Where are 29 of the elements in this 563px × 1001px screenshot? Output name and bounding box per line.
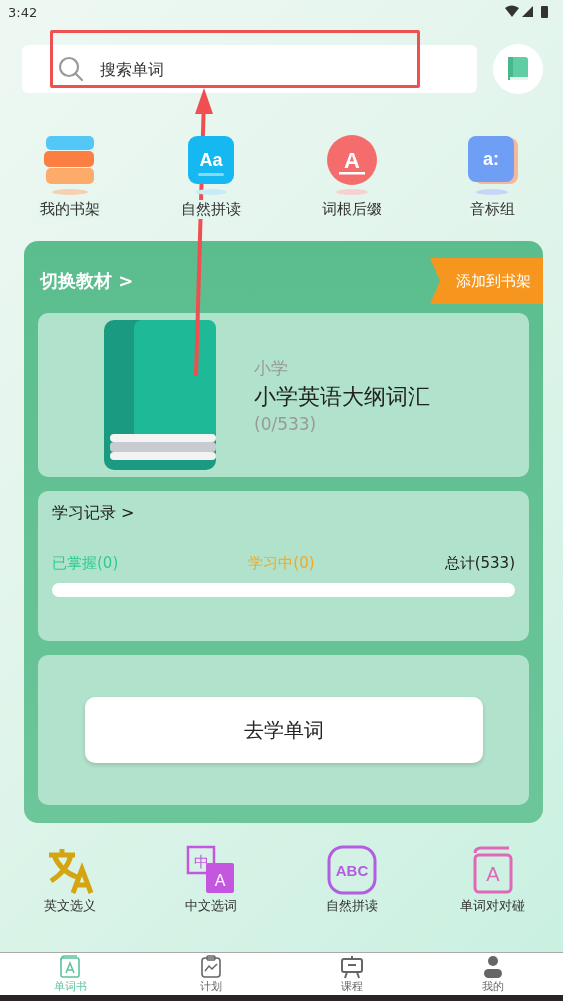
book-panel[interactable]: 小学 小学英语大纲词汇 (0/533) [38,313,529,477]
search-icon [58,56,84,82]
user-icon [481,955,504,979]
stat-label: 已掌握(0) [52,554,119,573]
shortcut-label[interactable]: 词根后缀 [319,200,384,219]
status-time: 3:42 [8,4,38,20]
book-cover-icon [104,320,216,470]
status-icons [505,5,551,19]
feature-label[interactable]: 中文选词 [185,897,238,915]
shortcut-label[interactable]: 音标组 [468,200,518,219]
stat-label: 学习中(0) [248,554,315,573]
search-field[interactable]: 搜索单词 [22,45,477,93]
nav-tab[interactable]: 计划 [140,953,282,995]
feature-label[interactable]: 自然拼读 [325,897,378,915]
chart-clipboard-icon [200,955,223,979]
progress-count: (0/533) [254,413,318,434]
nav-tab[interactable]: 我的 [422,953,563,995]
nav-tab[interactable]: 课程 [281,953,423,995]
presentation-board-icon [339,955,364,979]
shortcut-label[interactable]: 我的书架 [38,200,103,219]
start-learning-button[interactable]: 去学单词 [84,697,483,763]
study-record-link[interactable]: 学习记录 > [52,503,515,524]
stat-label: 总计(533) [444,554,515,573]
level-label: 小学 [254,356,289,380]
book-title: 小学英语大纲词汇 [254,382,430,411]
feature-label[interactable]: 英文选义 [44,897,97,915]
book-icon [59,955,82,979]
feature-label[interactable]: 单词对对碰 [460,897,526,915]
book-button[interactable] [493,44,543,94]
